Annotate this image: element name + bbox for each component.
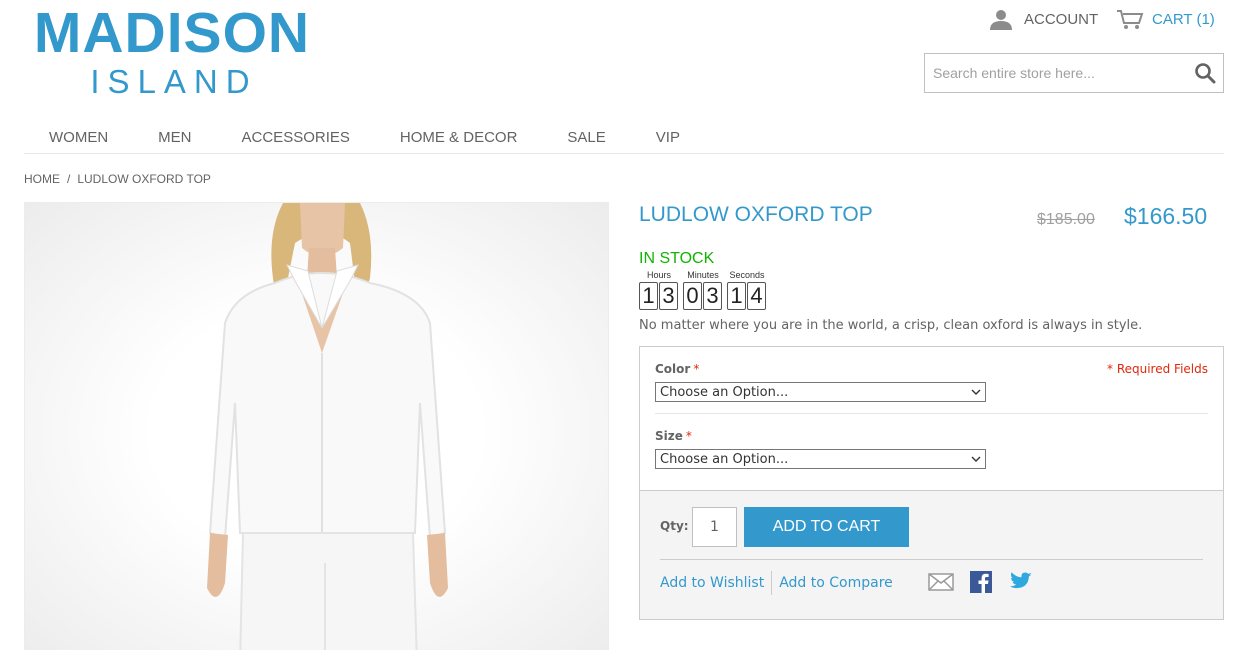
countdown-minutes-label: Minutes — [687, 270, 719, 280]
chevron-down-icon — [971, 389, 981, 395]
size-label: Size * — [655, 429, 986, 445]
nav-item-vip[interactable]: VIP — [631, 121, 705, 153]
add-to-compare-link[interactable]: Add to Compare — [779, 575, 893, 591]
product-image[interactable] — [24, 202, 609, 650]
product-options: * Required Fields Color * Choose an Optio… — [639, 346, 1224, 491]
old-price: $185.00 — [1037, 211, 1095, 228]
color-select[interactable]: Choose an Option... — [655, 382, 986, 402]
color-label-text: Color — [655, 362, 691, 376]
nav-item-home-decor[interactable]: HOME & DECOR — [375, 121, 543, 153]
availability-status: IN STOCK — [639, 250, 715, 267]
color-option: Color * Choose an Option... — [655, 362, 986, 402]
cart-icon — [1116, 8, 1144, 30]
nav-item-women[interactable]: WOMEN — [24, 121, 133, 153]
countdown-digit: 1 — [639, 282, 658, 310]
countdown-digit: 0 — [683, 282, 702, 310]
countdown-digit: 4 — [747, 282, 766, 310]
breadcrumb-home[interactable]: HOME — [24, 172, 60, 186]
cart-link[interactable]: CART (1) — [1116, 8, 1215, 30]
countdown-digit: 3 — [659, 282, 678, 310]
link-separator — [771, 571, 773, 595]
search-box — [924, 53, 1224, 93]
logo-line-sub: ISLAND — [90, 63, 258, 100]
size-select[interactable]: Choose an Option... — [655, 449, 986, 469]
size-option: Size * Choose an Option... — [655, 429, 986, 469]
add-to-wishlist-link[interactable]: Add to Wishlist — [660, 575, 764, 591]
product-links: Add to Wishlist Add to Compare — [660, 571, 893, 595]
color-select-value: Choose an Option... — [660, 384, 789, 400]
share-links — [928, 570, 1034, 594]
cart-label: CART (1) — [1152, 10, 1215, 28]
nav-item-men[interactable]: MEN — [133, 121, 216, 153]
user-icon — [988, 8, 1014, 30]
breadcrumb-current: LUDLOW OXFORD TOP — [77, 172, 211, 186]
options-divider — [655, 413, 1208, 414]
cart-box-divider — [660, 559, 1203, 560]
countdown-hours-label: Hours — [646, 270, 671, 280]
nav-item-sale[interactable]: SALE — [542, 121, 630, 153]
breadcrumb-separator: / — [67, 172, 71, 186]
product-name: LUDLOW OXFORD TOP — [639, 203, 873, 226]
email-icon[interactable] — [928, 570, 954, 594]
logo-line-main: MADISON — [33, 1, 311, 65]
account-link[interactable]: ACCOUNT — [988, 8, 1098, 30]
required-fields-note: * Required Fields — [1107, 362, 1208, 376]
product-description: No matter where you are in the world, a … — [639, 318, 1143, 333]
countdown-minutes: Minutes 0 3 — [683, 269, 723, 310]
color-label: Color * — [655, 362, 986, 378]
search-input[interactable] — [925, 54, 1187, 92]
required-asterisk: * — [693, 362, 700, 376]
add-to-cart-box: Qty: ADD TO CART Add to Wishlist Add to … — [639, 490, 1224, 620]
search-icon[interactable] — [1187, 54, 1223, 92]
qty-input[interactable] — [692, 507, 737, 547]
required-asterisk: * — [685, 429, 692, 443]
nav-item-accessories[interactable]: ACCESSORIES — [217, 121, 375, 153]
countdown-hours: Hours 1 3 — [639, 269, 679, 310]
store-logo[interactable]: MADISON ISLAND — [32, 2, 312, 100]
countdown-timer: Hours 1 3 Minutes 0 3 Seconds 1 4 — [639, 269, 767, 310]
countdown-seconds-label: Seconds — [729, 270, 765, 280]
main-nav: WOMEN MEN ACCESSORIES HOME & DECOR SALE … — [24, 121, 1224, 154]
account-label: ACCOUNT — [1024, 10, 1099, 28]
countdown-digit: 1 — [727, 282, 746, 310]
facebook-icon[interactable] — [968, 570, 994, 594]
twitter-icon[interactable] — [1008, 570, 1034, 594]
size-label-text: Size — [655, 429, 683, 443]
qty-label: Qty: — [660, 519, 689, 533]
product-photo — [207, 203, 448, 650]
size-select-value: Choose an Option... — [660, 451, 789, 467]
add-to-cart-button[interactable]: ADD TO CART — [744, 507, 909, 547]
breadcrumb: HOME / LUDLOW OXFORD TOP — [24, 172, 211, 186]
countdown-digit: 3 — [703, 282, 722, 310]
chevron-down-icon — [971, 456, 981, 462]
special-price: $166.50 — [1124, 203, 1208, 229]
countdown-seconds: Seconds 1 4 — [727, 269, 767, 310]
